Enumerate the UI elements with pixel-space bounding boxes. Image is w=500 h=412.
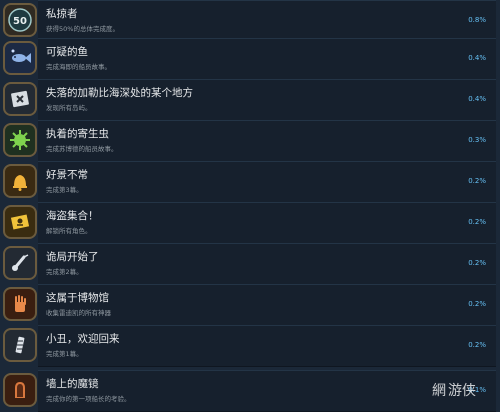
achievement-row[interactable]: 可疑的鱼 完成海即的船员故事。 0.4%: [0, 38, 500, 80]
svg-text:50: 50: [13, 16, 27, 27]
achievement-title: 失落的加勒比海深处的某个地方: [46, 87, 193, 99]
achievement-row[interactable]: 好景不常 完成第3幕。 0.2%: [0, 161, 500, 203]
achievement-row[interactable]: 这属于博物馆 收集雷迪凯的所有神器 0.2%: [0, 284, 500, 326]
treasure-map-icon: [3, 82, 37, 116]
achievement-description: 完成第3幕。: [46, 186, 83, 194]
bell-icon: [3, 164, 37, 198]
achievement-title: 私掠者: [46, 8, 78, 20]
achievement-title: 小丑，欢迎回来: [46, 333, 120, 345]
achievement-percent: 0.2%: [468, 300, 486, 308]
row-background: [38, 370, 496, 412]
achievement-description: 解锁所有角色。: [46, 227, 92, 235]
achievement-description: 完成你的第一项船长的考验。: [46, 395, 131, 403]
achievement-row[interactable]: 执着的寄生虫 完成苏博德的船员故事。 0.3%: [0, 120, 500, 162]
row-background: [38, 38, 496, 80]
achievement-title: 好景不常: [46, 169, 88, 181]
achievement-description: 完成海即的船员故事。: [46, 63, 111, 71]
achievement-description: 完成第1幕。: [46, 350, 83, 358]
achievement-title: 墙上的魔镜: [46, 378, 99, 390]
achievement-title: 执着的寄生虫: [46, 128, 109, 140]
achievement-row[interactable]: 海盗集合！ 解锁所有角色。 0.2%: [0, 202, 500, 244]
pirate-flag-icon: [3, 205, 37, 239]
achievement-description: 收集雷迪凯的所有神器: [46, 309, 111, 317]
site-watermark: 網 游侠: [432, 374, 498, 406]
achievement-description: 完成第2幕。: [46, 268, 83, 276]
achievement-percent: 0.4%: [468, 95, 486, 103]
achievement-title: 海盗集合！: [46, 210, 99, 222]
parasite-icon: [3, 123, 37, 157]
achievement-row[interactable]: 50 私掠者 获得50%的总体完成度。 0.8%: [0, 0, 500, 42]
achievement-percent: 0.8%: [468, 16, 486, 24]
achievement-description: 获得50%的总体完成度。: [46, 25, 119, 33]
watermark-mark: 網: [432, 383, 446, 399]
row-background: [38, 161, 496, 203]
achievement-title: 诡局开始了: [46, 251, 99, 263]
achievement-row[interactable]: 失落的加勒比海深处的某个地方 发现所有岛屿。 0.4%: [0, 79, 500, 121]
achievement-percent: 0.2%: [468, 341, 486, 349]
fifty-badge-icon: 50: [3, 3, 37, 37]
achievement-title: 这属于博物馆: [46, 292, 109, 304]
mirror-icon: [3, 373, 37, 407]
row-background: [38, 243, 496, 285]
scroll-icon: [3, 246, 37, 280]
row-background: [38, 202, 496, 244]
achievement-description: 完成苏博德的船员故事。: [46, 145, 118, 153]
hand-artifact-icon: [3, 287, 37, 321]
row-background: [38, 0, 496, 42]
achievement-row[interactable]: 墙上的魔镜 完成你的第一项船长的考验。 0.1%: [0, 370, 500, 412]
achievement-percent: 0.4%: [468, 54, 486, 62]
watermark-text: 游侠: [448, 383, 476, 399]
fish-icon: [3, 41, 37, 75]
jester-icon: [3, 328, 37, 362]
achievement-percent: 0.2%: [468, 218, 486, 226]
achievement-percent: 0.3%: [468, 136, 486, 144]
achievement-description: 发现所有岛屿。: [46, 104, 92, 112]
achievement-title: 可疑的鱼: [46, 46, 88, 58]
achievement-list: 50 私掠者 获得50%的总体完成度。 0.8% 可疑的鱼 完成海即的船员故事。…: [0, 0, 500, 412]
achievement-percent: 0.2%: [468, 177, 486, 185]
achievement-row[interactable]: 小丑，欢迎回来 完成第1幕。 0.2%: [0, 325, 500, 367]
achievement-percent: 0.2%: [468, 259, 486, 267]
achievement-row[interactable]: 诡局开始了 完成第2幕。 0.2%: [0, 243, 500, 285]
